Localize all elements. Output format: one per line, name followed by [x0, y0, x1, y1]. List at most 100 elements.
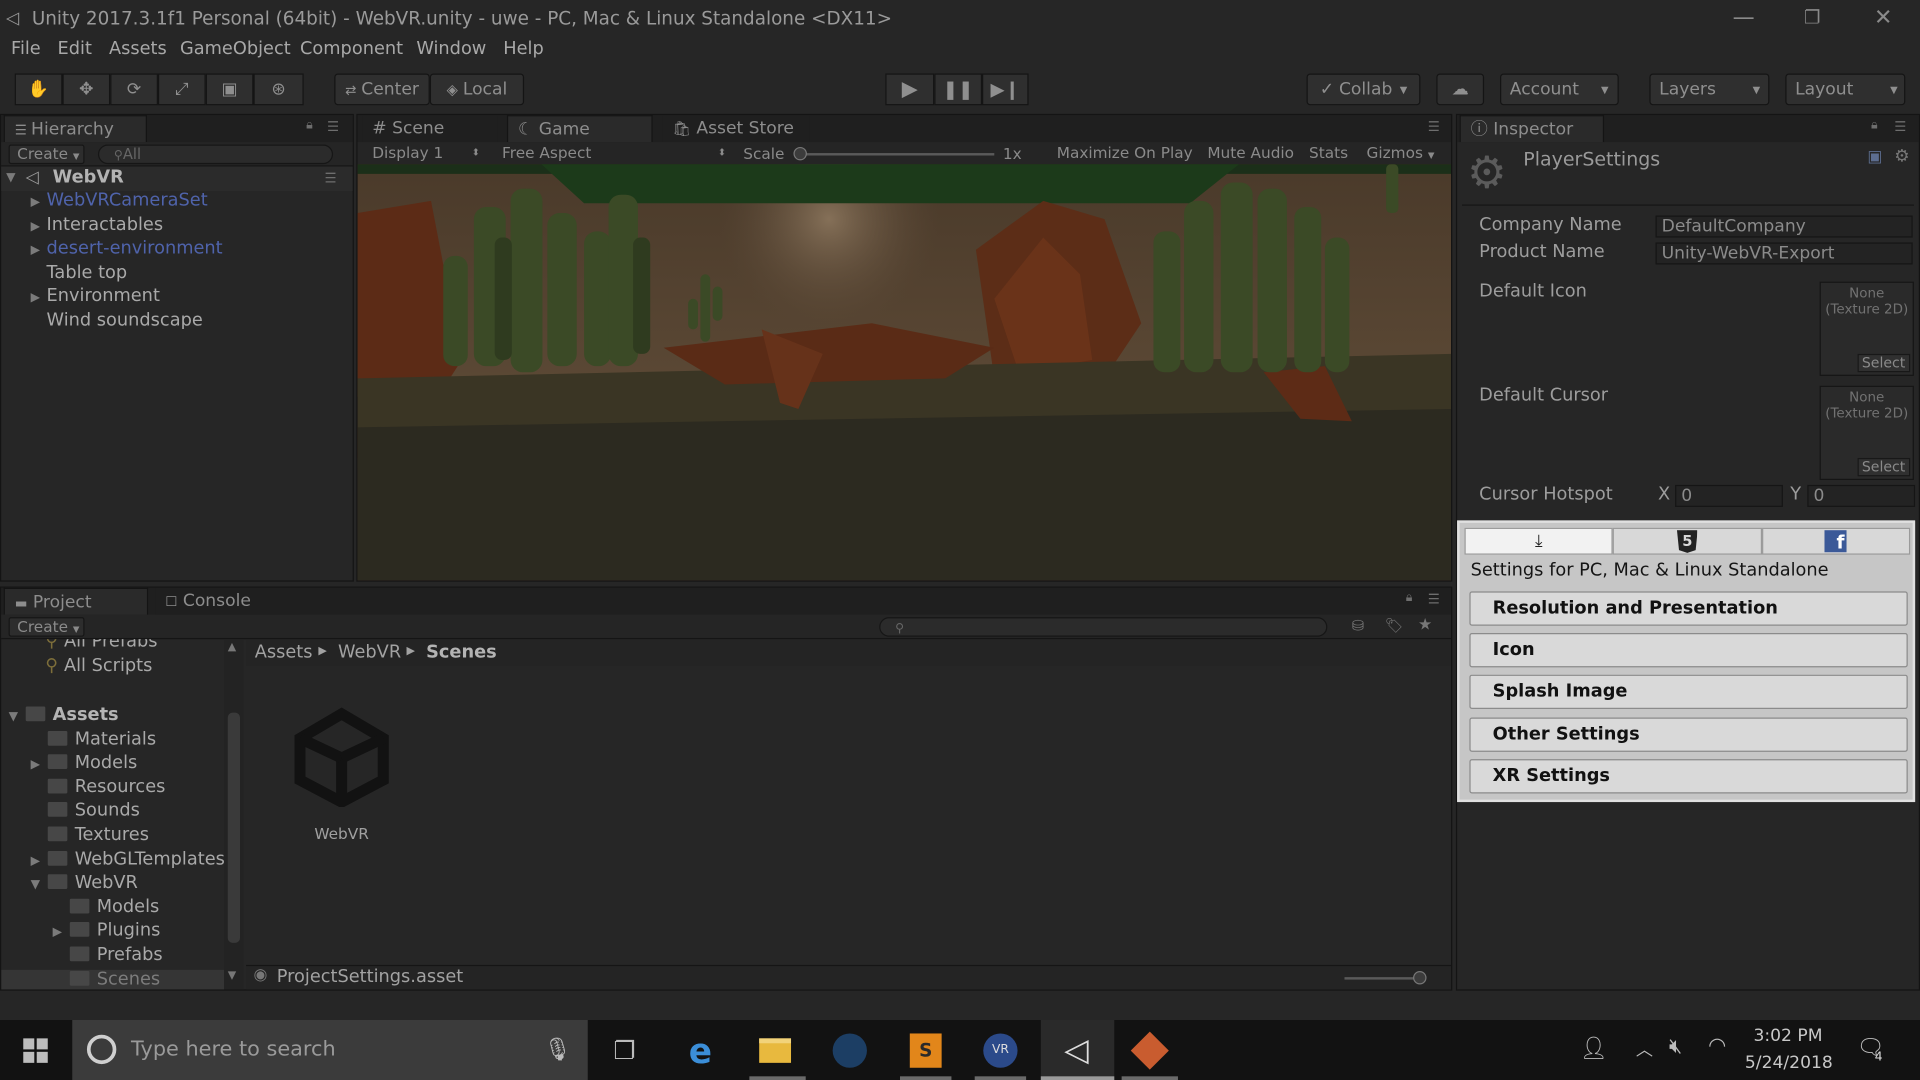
- favorite-star-icon[interactable]: ★: [1418, 616, 1432, 634]
- component-settings-icon[interactable]: ⚙: [1894, 147, 1909, 167]
- hierarchy-item[interactable]: Table top: [1, 263, 352, 286]
- hierarchy-item[interactable]: ▶ desert-environment: [1, 239, 352, 262]
- hotspot-y-input[interactable]: 0: [1807, 484, 1916, 507]
- menu-assets[interactable]: Assets: [109, 39, 167, 59]
- tab-game[interactable]: ☾ Game: [506, 115, 653, 143]
- tab-console[interactable]: ☐ Console: [155, 587, 301, 615]
- folder-tree-item[interactable]: Resources: [1, 777, 224, 800]
- stats-toggle[interactable]: Stats: [1302, 144, 1358, 164]
- filter-type-icon[interactable]: ⛁: [1352, 617, 1364, 634]
- menu-component[interactable]: Component: [300, 39, 403, 59]
- lock-icon[interactable]: 🔒︎: [1871, 119, 1878, 132]
- filter-label-icon[interactable]: 🏷︎: [1385, 617, 1404, 634]
- scroll-down-icon[interactable]: ▼: [228, 970, 236, 982]
- panel-menu-icon[interactable]: ☰: [1894, 119, 1906, 135]
- people-icon[interactable]: 👤︎: [1580, 1036, 1608, 1062]
- icon-size-slider[interactable]: [1344, 977, 1418, 980]
- chevron-down-icon[interactable]: ▼: [31, 878, 40, 891]
- folder-tree-item[interactable]: Materials: [1, 729, 224, 752]
- hierarchy-scene-row[interactable]: ▼ ◁ WebVR ☰: [1, 166, 353, 192]
- breadcrumb-assets[interactable]: Assets: [255, 643, 313, 663]
- default-cursor-slot[interactable]: None (Texture 2D) Select: [1819, 385, 1914, 481]
- section-resolution-presentation[interactable]: Resolution and Presentation: [1469, 591, 1908, 626]
- step-button[interactable]: ▶❙: [982, 73, 1029, 106]
- hierarchy-create-dropdown[interactable]: Create ▼: [8, 144, 85, 165]
- scroll-up-icon[interactable]: ▲: [228, 642, 236, 654]
- tab-scene[interactable]: # Scene: [362, 115, 498, 143]
- folder-tree-item[interactable]: ▶ Plugins: [1, 921, 224, 944]
- collab-dropdown[interactable]: ✓ Collab ▼: [1306, 73, 1421, 106]
- hierarchy-item[interactable]: ▶ WebVRCameraSet: [1, 191, 352, 214]
- hierarchy-search-input[interactable]: ⚲All: [97, 144, 334, 165]
- icon-size-slider-thumb[interactable]: [1413, 971, 1427, 985]
- project-search-input[interactable]: ⚲: [879, 617, 1328, 637]
- hierarchy-item[interactable]: Wind soundscape: [1, 311, 352, 334]
- menu-file[interactable]: File: [11, 39, 41, 59]
- aspect-dropdown[interactable]: Free Aspect ⬍: [495, 144, 731, 164]
- asset-item-webvr[interactable]: WebVR: [280, 704, 402, 851]
- cloud-button[interactable]: ☁: [1436, 73, 1485, 106]
- chevron-right-icon[interactable]: ▶: [53, 926, 62, 939]
- default-cursor-select-button[interactable]: Select: [1856, 457, 1911, 477]
- default-icon-select-button[interactable]: Select: [1856, 353, 1911, 373]
- account-dropdown[interactable]: Account ▼: [1500, 73, 1619, 106]
- help-book-icon[interactable]: ▣: [1867, 148, 1882, 166]
- breadcrumb-webvr[interactable]: WebVR: [338, 643, 401, 663]
- chevron-right-icon[interactable]: ▶: [31, 196, 40, 209]
- project-create-dropdown[interactable]: Create ▼: [8, 617, 85, 637]
- hierarchy-item[interactable]: ▶ Interactables: [1, 215, 352, 238]
- hierarchy-item[interactable]: ▶ Environment: [1, 287, 352, 310]
- favorite-all-prefabs[interactable]: ⚲ All Prefabs: [45, 639, 157, 651]
- chevron-up-icon[interactable]: ︿: [1636, 1037, 1653, 1061]
- taskbar-search-input[interactable]: Type here to search 🎙︎: [72, 1020, 588, 1080]
- chevron-right-icon[interactable]: ▶: [31, 758, 40, 771]
- unity-taskbar-icon[interactable]: ◁: [1056, 1030, 1098, 1072]
- menu-window[interactable]: Window: [416, 39, 486, 59]
- volume-muted-icon[interactable]: 🔇︎: [1669, 1035, 1682, 1059]
- display-dropdown[interactable]: Display 1 ⬍: [365, 144, 487, 164]
- gizmos-dropdown[interactable]: Gizmos ▼: [1359, 144, 1445, 164]
- chevron-right-icon[interactable]: ▶: [31, 854, 40, 867]
- tab-standalone[interactable]: ⤓: [1464, 527, 1614, 555]
- folder-tree-item[interactable]: ▶ WebGLTemplates: [1, 849, 224, 872]
- edge-icon[interactable]: e: [680, 1030, 722, 1072]
- close-icon[interactable]: ✕: [1865, 5, 1902, 31]
- default-icon-slot[interactable]: None (Texture 2D) Select: [1819, 281, 1914, 376]
- restore-icon[interactable]: ❐: [1794, 6, 1831, 28]
- product-name-input[interactable]: Unity-WebVR-Export: [1655, 242, 1913, 265]
- vr-app-icon[interactable]: VR: [980, 1030, 1022, 1072]
- clock-time[interactable]: 3:02 PM: [1753, 1026, 1822, 1046]
- menu-edit[interactable]: Edit: [58, 39, 92, 59]
- chevron-down-icon[interactable]: ▼: [9, 710, 18, 723]
- favorite-all-scripts[interactable]: ⚲ All Scripts: [45, 656, 152, 676]
- scale-tool-icon[interactable]: ⤢: [157, 73, 206, 106]
- game-view-render[interactable]: [357, 164, 1452, 581]
- panel-menu-icon[interactable]: ☰: [327, 119, 339, 135]
- breadcrumb-scenes[interactable]: Scenes: [426, 643, 497, 663]
- section-icon[interactable]: Icon: [1469, 633, 1908, 668]
- scroll-thumb[interactable]: [227, 712, 241, 943]
- start-button[interactable]: [15, 1030, 57, 1072]
- section-other-settings[interactable]: Other Settings: [1469, 717, 1908, 752]
- maximize-on-play-toggle[interactable]: Maximize On Play: [1049, 144, 1196, 164]
- minimize-icon[interactable]: —: [1725, 5, 1762, 31]
- chevron-right-icon[interactable]: ▶: [31, 244, 40, 257]
- transform-tool-icon[interactable]: ⊛: [253, 73, 304, 106]
- lock-icon[interactable]: 🔒︎: [306, 119, 313, 132]
- microphone-icon[interactable]: 🎙︎: [544, 1020, 572, 1080]
- play-button[interactable]: ▶: [885, 73, 935, 106]
- folder-tree-item[interactable]: Scenes: [1, 969, 225, 990]
- panel-menu-icon[interactable]: ☰: [1428, 591, 1440, 607]
- folder-tree-item[interactable]: Models: [1, 897, 224, 920]
- folder-tree-item[interactable]: Sounds: [1, 801, 224, 824]
- tab-webgl[interactable]: 5: [1613, 527, 1762, 555]
- tab-facebook[interactable]: f: [1761, 527, 1911, 555]
- tab-project[interactable]: ▬ Project: [3, 587, 149, 615]
- folder-tree-item[interactable]: Prefabs: [1, 945, 224, 968]
- chevron-right-icon[interactable]: ▶: [31, 292, 40, 305]
- pivot-local-button[interactable]: ◈ Local: [429, 73, 525, 106]
- lock-icon[interactable]: 🔒︎: [1406, 591, 1413, 604]
- pause-button[interactable]: ❚❚: [934, 73, 983, 106]
- panel-menu-icon[interactable]: ☰: [1428, 119, 1440, 135]
- layout-dropdown[interactable]: Layout ▼: [1785, 73, 1906, 106]
